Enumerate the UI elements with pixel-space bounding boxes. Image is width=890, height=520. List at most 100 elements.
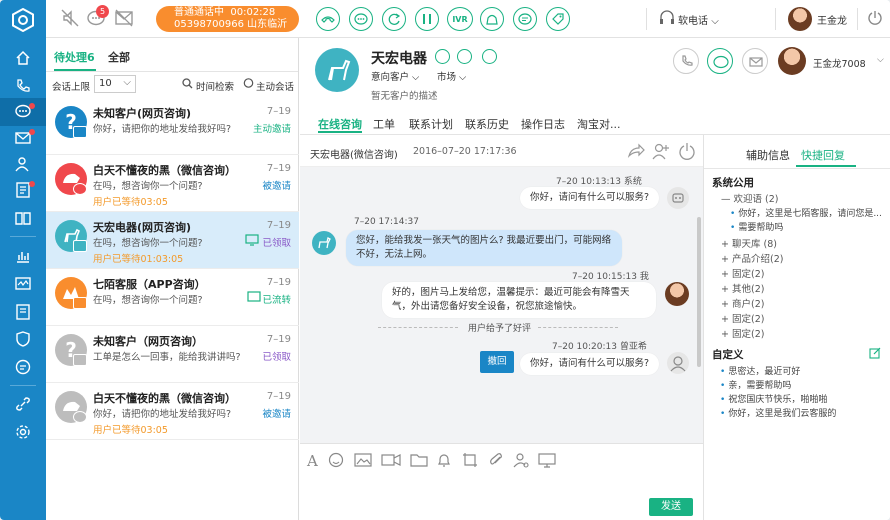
tree-node[interactable]: + 商户(2) — [721, 296, 764, 310]
tab-contact-plan[interactable]: 联系计划 — [409, 116, 453, 132]
transfer-button[interactable] — [382, 7, 406, 31]
screen-share-icon[interactable] — [538, 452, 556, 471]
transfer-user-icon[interactable] — [513, 452, 529, 471]
call-customer-button[interactable] — [673, 48, 699, 74]
tree-label: 欢迎语 (2) — [733, 194, 779, 205]
edit-icon[interactable] — [869, 347, 881, 362]
send-button[interactable]: 发送 — [649, 498, 693, 516]
list-item[interactable]: 七陌客服（APP咨询） 7–19 在吗，想咨询你一个问题? 已流转 — [46, 269, 299, 326]
tag-button[interactable] — [546, 7, 570, 31]
session-limit-label: 会话上限 — [52, 82, 91, 93]
hold-button[interactable] — [415, 7, 439, 31]
tab-contact-history[interactable]: 联系历史 — [465, 116, 509, 132]
chevron-down-icon: ⌵ — [459, 72, 467, 83]
tree-node[interactable]: + 固定(2) — [721, 326, 764, 340]
list-item[interactable]: ? 未知客户（网页咨询） 7–19 工单是怎么一回事，能给我讲讲吗? 已领取 — [46, 326, 299, 383]
list-item[interactable]: 天宏电器(网页咨询) 7–19 在吗，想咨询你一个问题? 已领取 用户已等待01… — [46, 212, 299, 269]
tab-taobao[interactable]: 淘宝对... — [577, 116, 621, 132]
satisfaction-button[interactable] — [480, 7, 504, 31]
quick-reply-item[interactable]: 祝您国庆节快乐，啪啪啪 — [720, 392, 827, 405]
mail-icon[interactable] — [0, 124, 46, 152]
user-avatar[interactable] — [788, 7, 812, 31]
consult-button[interactable] — [349, 7, 373, 31]
doc-icon[interactable] — [0, 298, 46, 326]
end-chat-icon[interactable] — [678, 142, 696, 163]
time-search-link[interactable]: 时间检索 — [196, 79, 234, 93]
edit-icon[interactable] — [435, 49, 450, 64]
bell-icon[interactable] — [436, 452, 452, 471]
tab-all[interactable]: 全部 — [108, 49, 130, 65]
tree-node[interactable]: + 其他(2) — [721, 281, 764, 295]
quick-reply-item[interactable]: 你好，这里是七陌客服，请问您是... — [730, 206, 882, 219]
customer-source-select[interactable]: 市场 ⌵ — [437, 69, 466, 83]
hangup-button[interactable] — [316, 7, 340, 31]
recall-button[interactable]: 撤回 — [480, 351, 514, 373]
power-icon[interactable] — [866, 9, 884, 30]
conv-preview: 工单是怎么一回事，能给我讲讲吗? — [93, 352, 241, 363]
forward-icon[interactable] — [627, 142, 645, 163]
tree-node[interactable]: + 固定(2) — [721, 311, 764, 325]
proactive-chat-link[interactable]: 主动会话 — [256, 79, 294, 93]
book-icon[interactable] — [0, 204, 46, 232]
tab-assist-info[interactable]: 辅助信息 — [746, 147, 790, 163]
chat-icon[interactable] — [0, 98, 46, 126]
tab-quick-reply[interactable]: 快捷回复 — [801, 147, 845, 163]
session-limit-select[interactable]: 10 ⌵ — [94, 75, 136, 93]
tree-node[interactable]: + 产品介绍(2) — [721, 251, 783, 265]
emoji-icon[interactable] — [328, 452, 344, 471]
conv-date: 7–19 — [266, 334, 291, 345]
font-icon[interactable]: A — [307, 452, 318, 470]
mute-icon[interactable] — [60, 8, 82, 30]
tree-label: 固定(2) — [731, 269, 765, 280]
chat-customer-button[interactable] — [707, 48, 733, 74]
link-icon[interactable] — [0, 390, 46, 418]
video-icon[interactable] — [381, 452, 401, 471]
tree-node[interactable]: + 聊天库 (8) — [721, 236, 777, 250]
sms-button[interactable] — [513, 7, 537, 31]
quick-reply-item[interactable]: 思密达，最近可好 — [720, 364, 800, 377]
folder-icon[interactable] — [410, 452, 428, 471]
call-number: 05398700966 山东临沂 — [174, 19, 288, 30]
home-icon[interactable] — [0, 44, 46, 72]
link-icon[interactable] — [457, 49, 472, 64]
tree-node-welcome[interactable]: — 欢迎语 (2) — [721, 191, 779, 205]
phone-icon[interactable] — [0, 72, 46, 100]
invite-user-icon[interactable] — [652, 142, 670, 163]
customer-status-select[interactable]: 意向客户 ⌵ — [371, 69, 419, 83]
chat-bubble-icon[interactable] — [243, 78, 254, 92]
tab-ticket[interactable]: 工单 — [373, 116, 395, 132]
conv-wait: 用户已等待01:03:05 — [93, 254, 184, 265]
attach-icon[interactable] — [488, 452, 504, 471]
contacts-icon[interactable] — [0, 150, 46, 178]
notification-badge: 5 — [96, 5, 109, 18]
tab-online-consult[interactable]: 在线咨询 — [318, 116, 362, 132]
search-icon[interactable] — [182, 78, 193, 92]
monitor-icon[interactable] — [0, 270, 46, 298]
agent-avatar — [665, 282, 689, 306]
list-item[interactable]: 白天不懂夜的黑（微信咨询） 7–19 在吗，想咨询你一个问题? 被邀请 用户已等… — [46, 155, 299, 212]
scrollbar[interactable] — [697, 217, 701, 367]
message-icon[interactable] — [0, 353, 46, 381]
softphone-selector[interactable]: 软电话 ⌵ — [678, 12, 719, 27]
tab-operation-log[interactable]: 操作日志 — [521, 116, 565, 132]
tag-icon[interactable] — [482, 49, 497, 64]
shield-icon[interactable] — [0, 325, 46, 353]
settings-icon[interactable] — [0, 418, 46, 446]
list-item[interactable]: 白天不懂夜的黑（微信咨询） 7–19 你好，请把你的地址发给我好吗? 被邀请 用… — [46, 383, 299, 440]
tree-node[interactable]: + 固定(2) — [721, 266, 764, 280]
rating-notice: 用户给予了好评 — [468, 324, 532, 334]
conv-date: 7–19 — [266, 106, 291, 117]
mail-off-icon[interactable] — [114, 8, 136, 30]
email-customer-button[interactable] — [742, 48, 768, 74]
quick-reply-item[interactable]: 需要帮助吗 — [730, 220, 783, 233]
quick-reply-item[interactable]: 亲，需要帮助吗 — [720, 378, 791, 391]
quick-reply-item[interactable]: 你好，这里是我们云客服的 — [720, 406, 836, 419]
report-icon[interactable] — [0, 242, 46, 270]
image-icon[interactable] — [354, 452, 372, 471]
list-item[interactable]: ? 未知客户(网页咨询) 7–19 你好，请把你的地址发给我好吗? 主动邀请 — [46, 98, 299, 155]
chevron-down-icon[interactable]: ⌵ — [877, 55, 884, 65]
screenshot-icon[interactable] — [462, 452, 478, 471]
tab-pending[interactable]: 待处理6 — [54, 49, 95, 65]
ticket-icon[interactable] — [0, 176, 46, 204]
ivr-button[interactable]: IVR — [447, 7, 473, 31]
